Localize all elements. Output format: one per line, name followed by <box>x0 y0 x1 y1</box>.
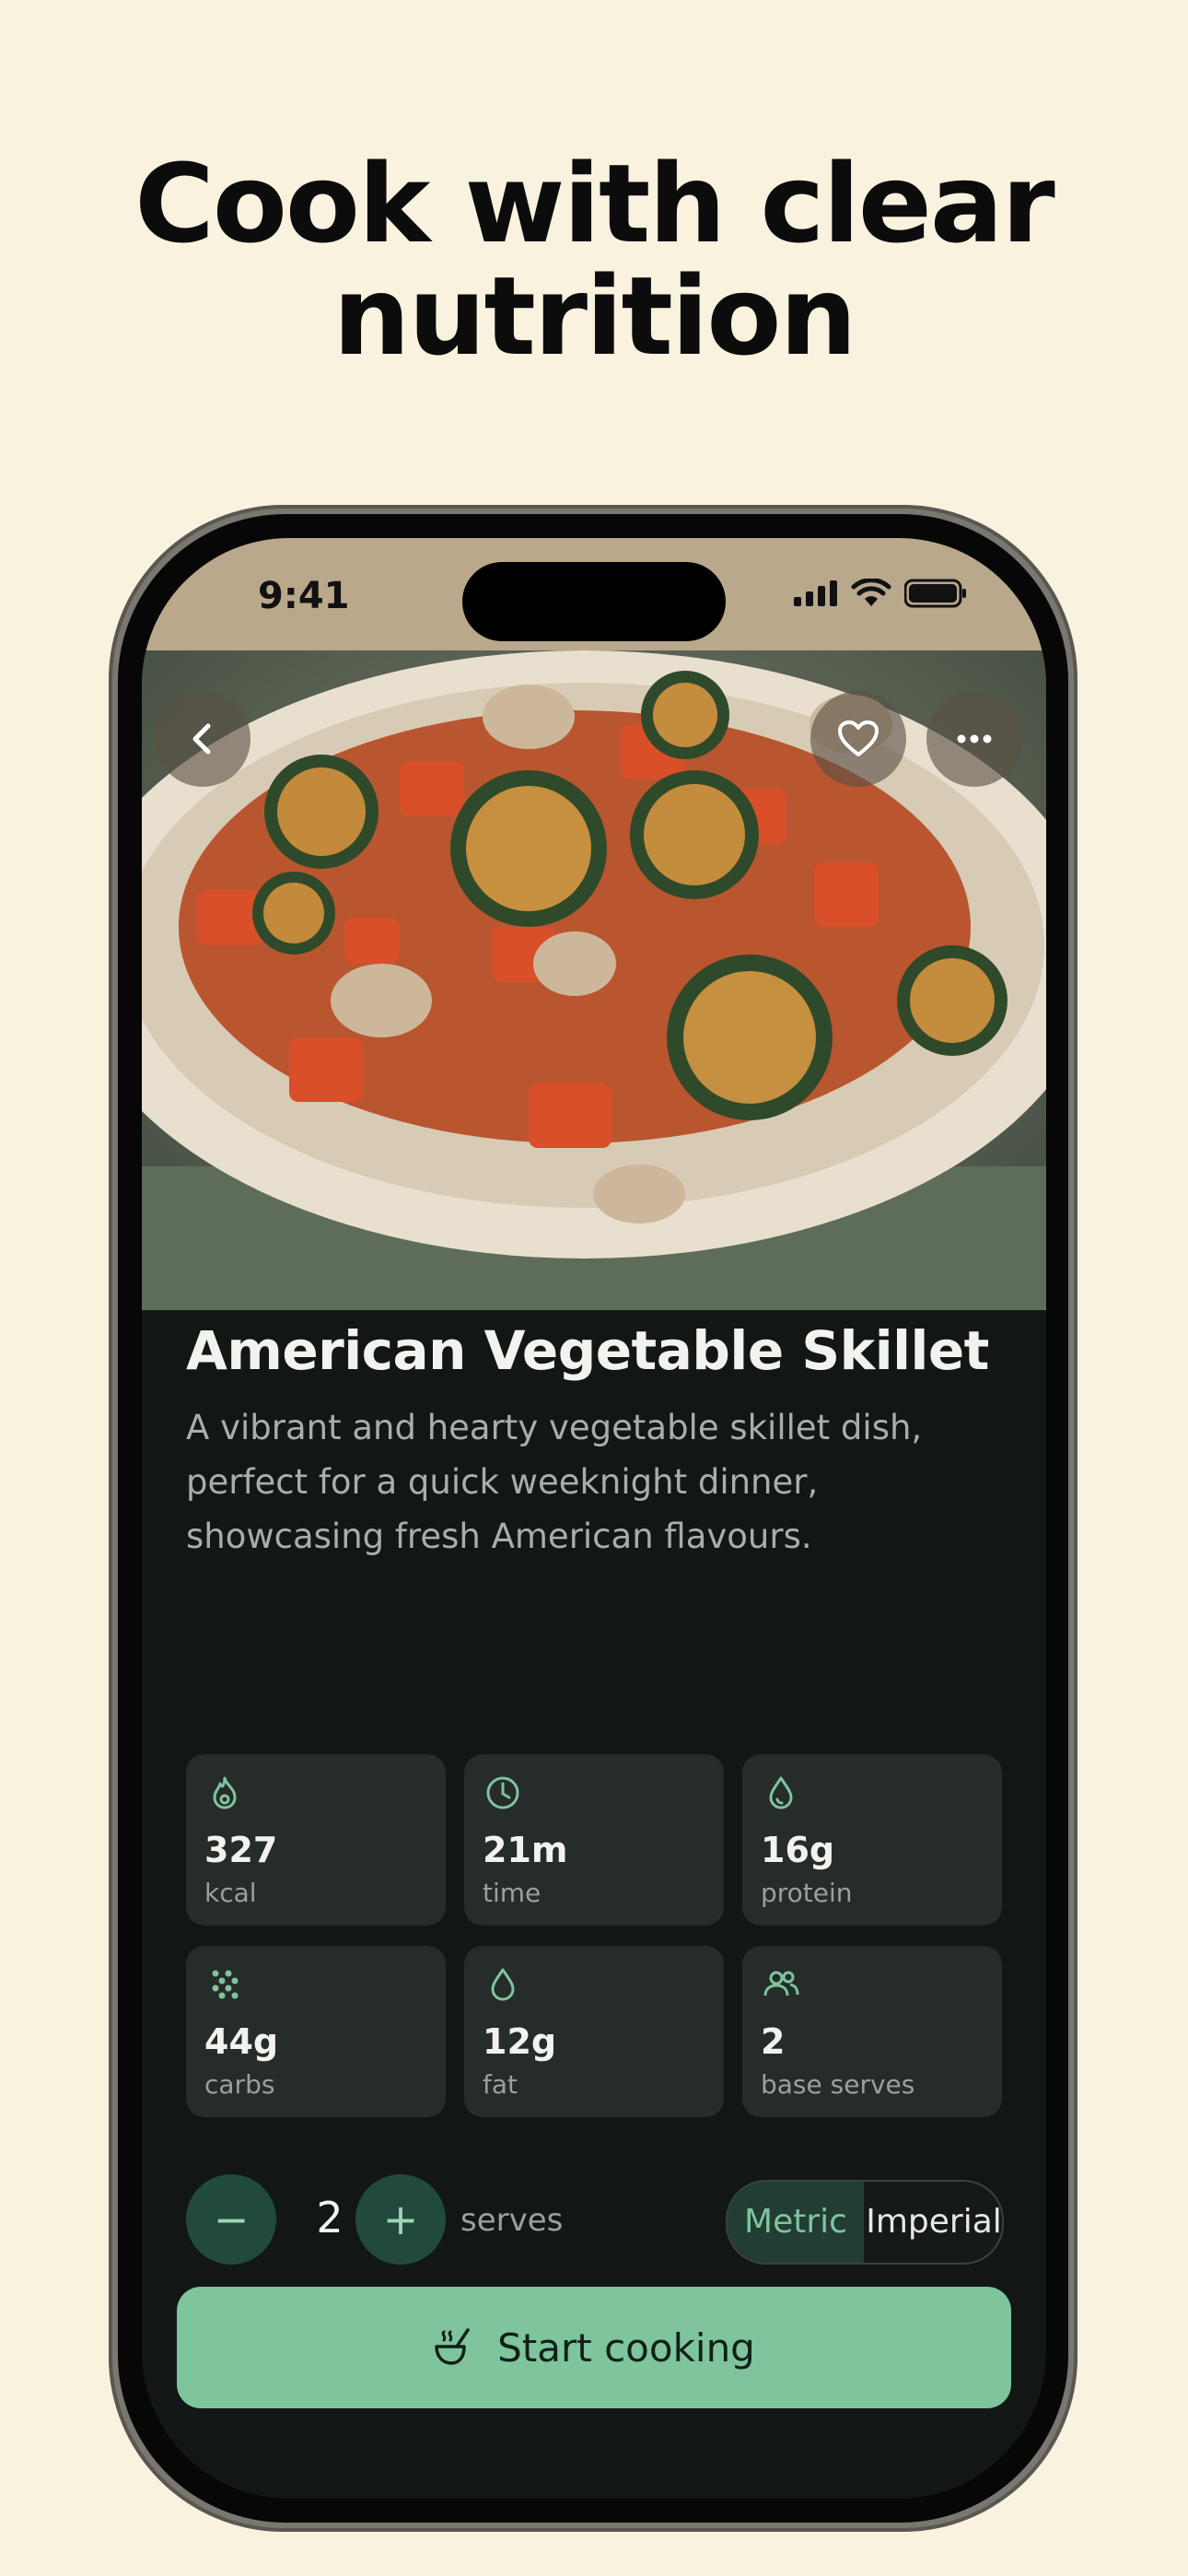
stat-card-base-serves: 2 base serves <box>742 1946 1002 2117</box>
back-button[interactable] <box>155 691 250 787</box>
stat-value: 21m <box>483 1830 568 1870</box>
marketing-headline: Cook with clear nutrition <box>0 147 1188 372</box>
recipe-description: A vibrant and hearty vegetable skillet d… <box>186 1408 923 1556</box>
protein-drop-icon <box>769 1776 793 1809</box>
dynamic-island <box>462 562 726 641</box>
stat-card-kcal: 327 kcal <box>186 1754 446 1926</box>
decrease-serves-button[interactable]: − <box>186 2174 276 2265</box>
signal-icon <box>794 580 837 606</box>
vegetable-skillet-photo <box>142 650 1046 1310</box>
minus-icon: − <box>213 2195 250 2244</box>
carbs-dots-icon <box>212 1970 239 1999</box>
status-time: 9:41 <box>258 575 350 617</box>
stat-value: 44g <box>204 2021 279 2062</box>
battery-icon <box>904 579 966 608</box>
stat-label: fat <box>483 2069 518 2100</box>
recipe-hero-image <box>142 650 1046 1310</box>
unit-imperial-option[interactable]: Imperial <box>866 2182 1002 2263</box>
stat-label: carbs <box>204 2069 275 2100</box>
people-icon <box>763 1971 799 1996</box>
start-cooking-button[interactable]: Start cooking <box>177 2287 1011 2408</box>
recipe-title: American Vegetable Skillet <box>186 1319 989 1382</box>
flame-icon <box>213 1776 237 1809</box>
stat-card-time: 21m time <box>464 1754 724 1926</box>
stat-value: 16g <box>761 1830 835 1870</box>
plus-icon: + <box>382 2195 419 2244</box>
stat-label: protein <box>761 1878 853 1908</box>
serves-count: 2 <box>316 2193 344 2242</box>
back-icon <box>192 723 211 755</box>
stat-value: 2 <box>761 2021 786 2062</box>
status-icons <box>794 579 967 608</box>
unit-toggle: Metric Imperial <box>726 2180 1004 2265</box>
stat-card-fat: 12g fat <box>464 1946 724 2117</box>
headline-line-1: Cook with clear <box>134 140 1055 267</box>
phone-screen: 9:41 American Vegetable Skillet A vibran… <box>142 538 1046 2499</box>
stat-card-protein: 16g protein <box>742 1754 1002 1926</box>
stat-value: 12g <box>483 2021 557 2062</box>
start-cooking-label: Start cooking <box>497 2324 755 2371</box>
fat-drop-icon <box>491 1968 515 2001</box>
unit-metric-option[interactable]: Metric <box>728 2182 864 2263</box>
stat-card-carbs: 44g carbs <box>186 1946 446 2117</box>
headline-line-2: nutrition <box>332 252 857 380</box>
serves-label: serves <box>460 2202 564 2239</box>
status-bar: 9:41 <box>142 538 1046 650</box>
more-button[interactable] <box>926 691 1022 787</box>
increase-serves-button[interactable]: + <box>355 2174 446 2265</box>
stat-value: 327 <box>204 1830 278 1870</box>
clock-icon <box>486 1776 519 1809</box>
stat-label: kcal <box>204 1878 257 1908</box>
more-icon <box>957 734 992 744</box>
heart-icon <box>838 720 879 756</box>
favorite-button[interactable] <box>810 691 906 787</box>
serving-controls: − 2 + serves Metric Imperial <box>142 2174 1046 2266</box>
wifi-icon <box>851 579 891 606</box>
cooking-icon <box>435 2328 470 2365</box>
stat-label: time <box>483 1878 542 1908</box>
stat-label: base serves <box>761 2069 915 2100</box>
